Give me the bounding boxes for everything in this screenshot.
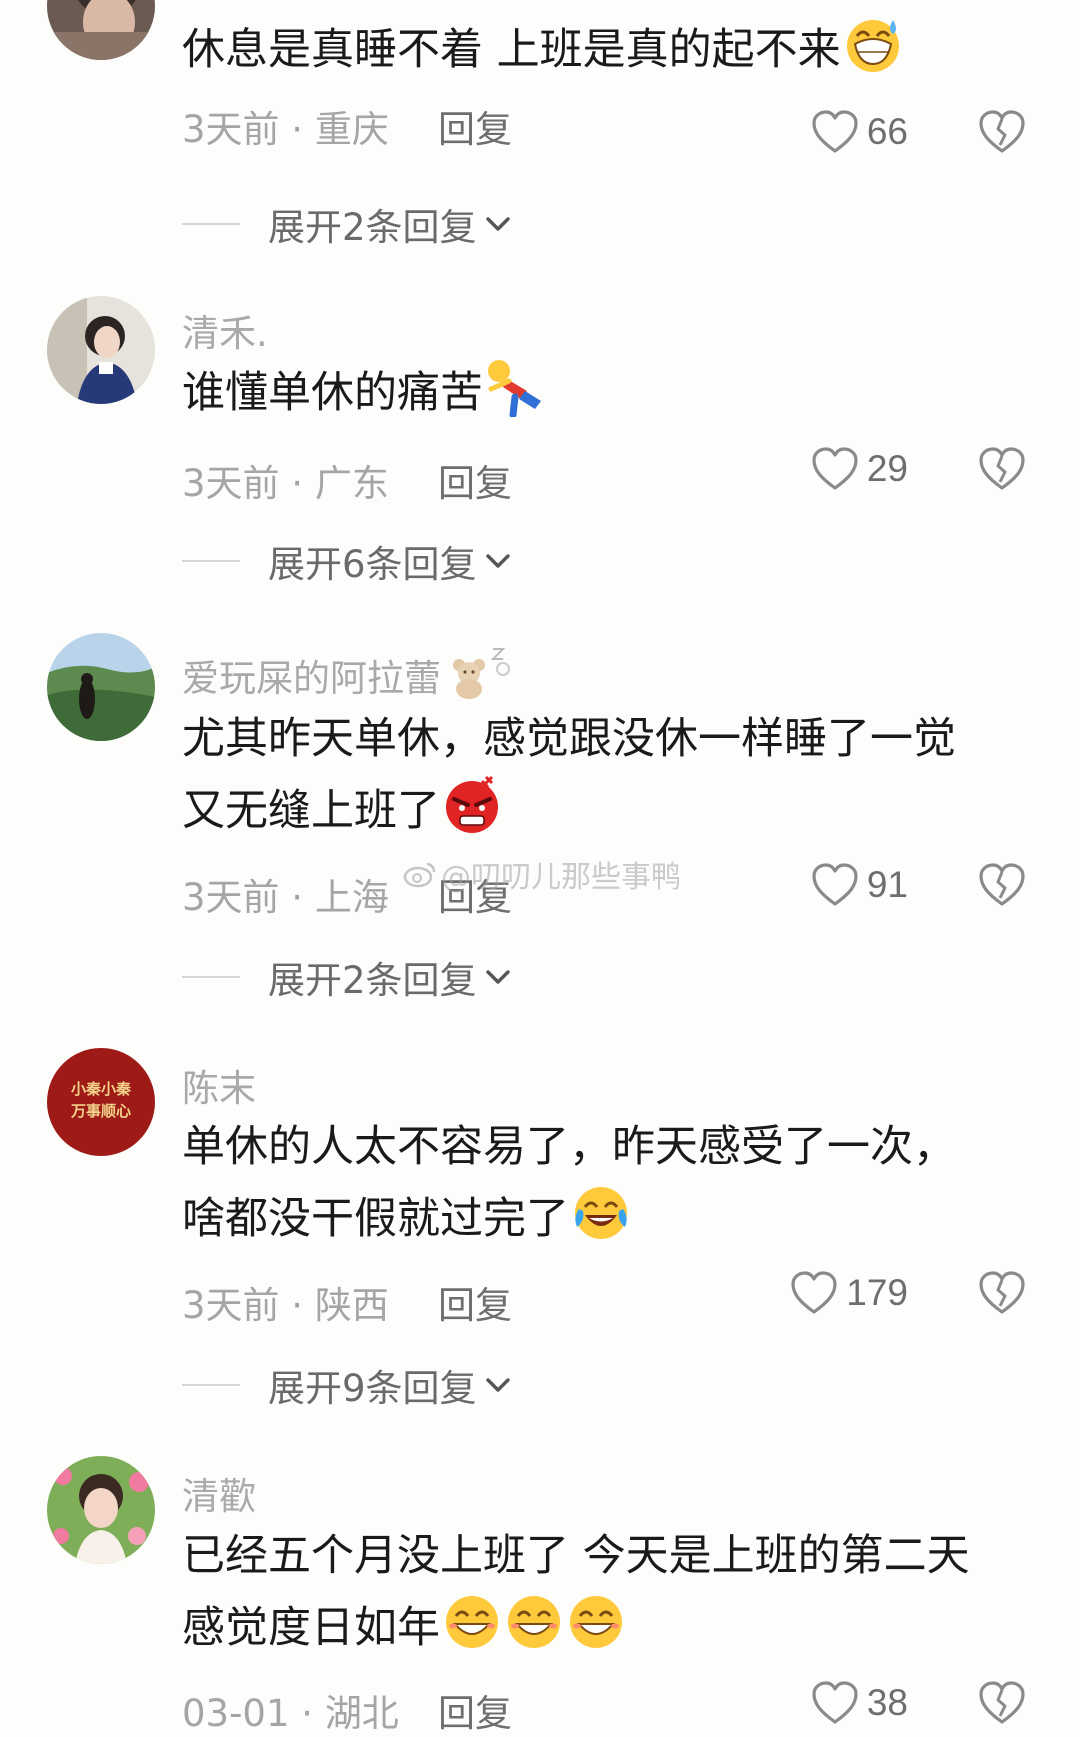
like-button[interactable]: 179 bbox=[790, 1270, 908, 1316]
broken-heart-icon bbox=[978, 1270, 1026, 1316]
divider bbox=[182, 1384, 240, 1386]
comment-text: 谁懂单休的痛苦 bbox=[182, 357, 1042, 429]
bear-badge-icon bbox=[449, 655, 489, 699]
angry-face-emoji bbox=[442, 775, 502, 835]
comment-meta: 3天前 · 上海 bbox=[182, 876, 389, 919]
watermark: @叨叨儿那些事鸭 bbox=[403, 852, 681, 896]
dislike-button[interactable] bbox=[978, 1680, 1026, 1726]
comment-time: 3天前 bbox=[182, 108, 280, 151]
like-button[interactable]: 38 bbox=[811, 1680, 908, 1726]
like-button[interactable]: 66 bbox=[811, 109, 908, 155]
zzz-icon bbox=[489, 643, 511, 683]
username[interactable]: 陈末 bbox=[182, 1058, 256, 1112]
expand-replies-button[interactable]: 展开2条回复 bbox=[182, 197, 515, 251]
comment-text: 单休的人太不容易了，昨天感受了一次， 啥都没干假就过完了 bbox=[182, 1122, 956, 1244]
heart-icon bbox=[811, 1680, 859, 1726]
avatar[interactable]: 小秦小秦 万事顺心 bbox=[47, 1048, 155, 1156]
comment-meta: 3天前 · 陕西 bbox=[182, 1284, 389, 1327]
username[interactable]: 爱玩屎的阿拉蕾 bbox=[182, 643, 511, 702]
reply-button[interactable]: 回复 bbox=[438, 1275, 512, 1329]
like-count: 29 bbox=[866, 448, 908, 489]
dislike-button[interactable] bbox=[978, 109, 1026, 155]
heart-icon bbox=[811, 862, 859, 908]
broken-heart-icon bbox=[978, 862, 1026, 908]
broken-heart-icon bbox=[978, 1680, 1026, 1726]
weibo-logo-icon bbox=[403, 860, 437, 888]
smile-emoji bbox=[566, 1592, 626, 1652]
comment-time: 03-01 bbox=[182, 1692, 290, 1735]
like-count: 91 bbox=[866, 864, 908, 905]
heart-icon bbox=[811, 109, 859, 155]
comment-meta: 03-01 · 湖北 bbox=[182, 1692, 399, 1735]
comment-meta: 3天前 · 广东 bbox=[182, 462, 389, 505]
avatar[interactable] bbox=[47, 1456, 155, 1564]
chevron-down-icon bbox=[481, 207, 515, 241]
comment-text: 休息是真睡不着 上班是真的起不来 bbox=[182, 14, 1042, 86]
username[interactable]: 清禾. bbox=[182, 303, 268, 357]
comment-time: 3天前 bbox=[182, 1284, 280, 1327]
like-button[interactable]: 91 bbox=[811, 862, 908, 908]
reply-button[interactable]: 回复 bbox=[438, 453, 512, 507]
username[interactable]: 清歡 bbox=[182, 1466, 256, 1520]
chevron-down-icon bbox=[481, 544, 515, 578]
svg-text:万事顺心: 万事顺心 bbox=[70, 1102, 131, 1120]
avatar[interactable] bbox=[47, 296, 155, 404]
comment-location: 陕西 bbox=[314, 1284, 389, 1327]
expand-replies-button[interactable]: 展开6条回复 bbox=[182, 534, 515, 588]
comment-location: 上海 bbox=[314, 876, 389, 919]
comment-meta: 3天前 · 重庆 bbox=[182, 108, 389, 151]
divider bbox=[182, 223, 240, 225]
smile-emoji bbox=[442, 1592, 502, 1652]
heart-icon bbox=[811, 446, 859, 492]
comment-location: 重庆 bbox=[314, 108, 389, 151]
smile-emoji bbox=[504, 1592, 564, 1652]
chevron-down-icon bbox=[481, 1368, 515, 1402]
like-count: 179 bbox=[846, 1272, 908, 1313]
comment-location: 广东 bbox=[314, 462, 389, 505]
chevron-down-icon bbox=[481, 960, 515, 994]
expand-replies-button[interactable]: 展开2条回复 bbox=[182, 950, 515, 1004]
crying-laughing-emoji bbox=[571, 1183, 631, 1243]
expand-replies-button[interactable]: 展开9条回复 bbox=[182, 1358, 515, 1412]
like-button[interactable]: 29 bbox=[811, 446, 908, 492]
broken-heart-icon bbox=[978, 446, 1026, 492]
comment-text: 尤其昨天单休，感觉跟没休一样睡了一觉 又无缝上班了 bbox=[182, 714, 956, 836]
dislike-button[interactable] bbox=[978, 862, 1026, 908]
reply-button[interactable]: 回复 bbox=[438, 1683, 512, 1737]
like-count: 38 bbox=[866, 1682, 908, 1723]
svg-text:小秦小秦: 小秦小秦 bbox=[71, 1080, 132, 1098]
avatar[interactable] bbox=[47, 633, 155, 741]
comment-time: 3天前 bbox=[182, 462, 280, 505]
divider bbox=[182, 976, 240, 978]
heart-icon bbox=[790, 1270, 838, 1316]
grinning-sweat-emoji bbox=[843, 14, 903, 74]
collapsed-person-emoji bbox=[485, 357, 545, 417]
dislike-button[interactable] bbox=[978, 446, 1026, 492]
comment-location: 湖北 bbox=[324, 1692, 399, 1735]
comment-text: 已经五个月没上班了 今天是上班的第二天 感觉度日如年 bbox=[182, 1531, 970, 1653]
divider bbox=[182, 560, 240, 562]
avatar[interactable] bbox=[47, 0, 155, 60]
reply-button[interactable]: 回复 bbox=[438, 99, 512, 153]
like-count: 66 bbox=[866, 111, 908, 152]
broken-heart-icon bbox=[978, 109, 1026, 155]
comment-time: 3天前 bbox=[182, 876, 280, 919]
dislike-button[interactable] bbox=[978, 1270, 1026, 1316]
